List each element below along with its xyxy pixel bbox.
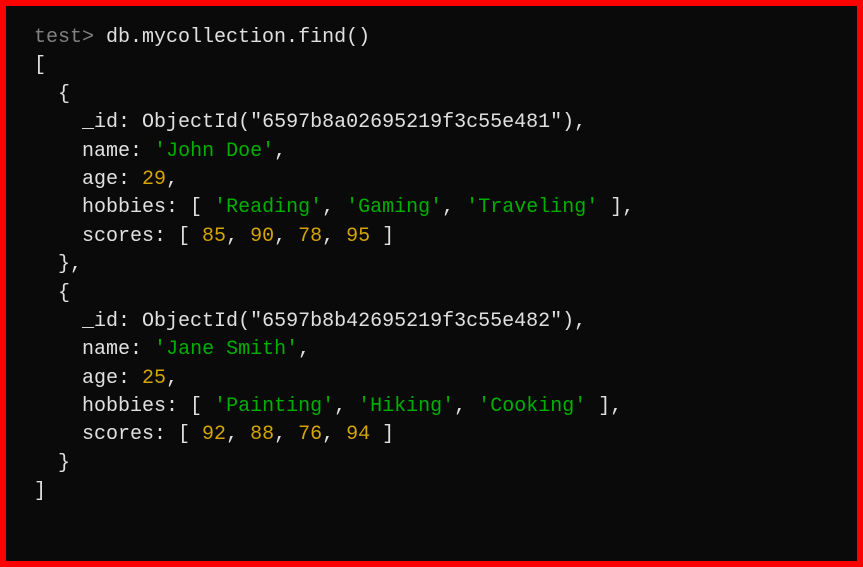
doc-1-hobbies: hobbies: [ 'Painting', 'Hiking', 'Cookin… — [34, 393, 829, 421]
prompt-separator: > — [82, 26, 106, 49]
terminal-output[interactable]: test> db.mycollection.find()[ { _id: Obj… — [34, 24, 829, 507]
doc-1-id: _id: ObjectId("6597b8b42695219f3c55e482"… — [34, 308, 829, 336]
doc-0-age: age: 29, — [34, 166, 829, 194]
doc-0-name: name: 'John Doe', — [34, 138, 829, 166]
prompt-line[interactable]: test> db.mycollection.find() — [34, 24, 829, 52]
doc-0-hobbies: hobbies: [ 'Reading', 'Gaming', 'Traveli… — [34, 194, 829, 222]
doc-0-open: { — [34, 81, 829, 109]
doc-0-id: _id: ObjectId("6597b8a02695219f3c55e481"… — [34, 109, 829, 137]
output-close-bracket: ] — [34, 478, 829, 506]
doc-0-close: }, — [34, 251, 829, 279]
doc-1-open: { — [34, 280, 829, 308]
output-open-bracket: [ — [34, 52, 829, 80]
prompt-database: test — [34, 26, 82, 49]
doc-1-scores: scores: [ 92, 88, 76, 94 ] — [34, 421, 829, 449]
doc-1-name: name: 'Jane Smith', — [34, 336, 829, 364]
doc-0-scores: scores: [ 85, 90, 78, 95 ] — [34, 223, 829, 251]
command-text: db.mycollection.find() — [106, 26, 370, 49]
doc-1-age: age: 25, — [34, 365, 829, 393]
doc-1-close: } — [34, 450, 829, 478]
